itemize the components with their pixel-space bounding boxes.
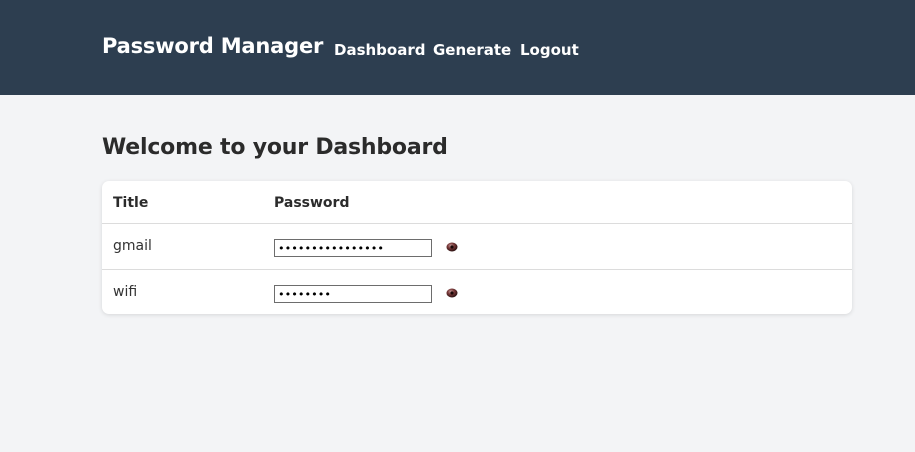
- table-row: gmail: [102, 224, 852, 270]
- column-header-title: Title: [113, 195, 149, 211]
- nav-link-dashboard[interactable]: Dashboard: [334, 41, 425, 59]
- eye-icon[interactable]: [446, 288, 458, 298]
- entry-title: wifi: [113, 284, 138, 300]
- passwords-table: Title Password gmail wifi: [102, 181, 852, 314]
- brand-title: Password Manager: [102, 34, 324, 58]
- table-row: wifi: [102, 270, 852, 314]
- nav-link-logout[interactable]: Logout: [520, 41, 579, 59]
- password-field[interactable]: [274, 239, 432, 257]
- nav-link-generate[interactable]: Generate: [433, 41, 511, 59]
- page-title: Welcome to your Dashboard: [102, 135, 448, 160]
- eye-icon[interactable]: [446, 242, 458, 252]
- navbar: Password Manager Dashboard Generate Logo…: [0, 0, 915, 95]
- password-field[interactable]: [274, 285, 432, 303]
- column-header-password: Password: [274, 195, 350, 211]
- table-header-row: Title Password: [102, 181, 852, 224]
- entry-title: gmail: [113, 238, 152, 254]
